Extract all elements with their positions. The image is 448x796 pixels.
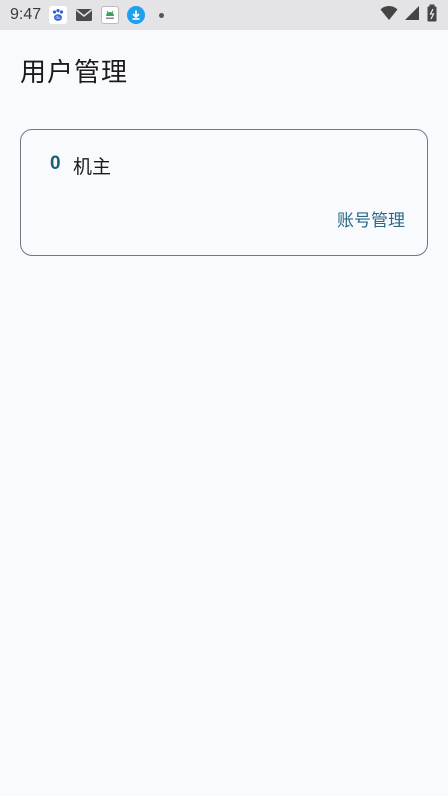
page-title: 用户管理	[20, 58, 129, 88]
mail-icon	[75, 6, 93, 24]
status-time: 9:47	[10, 6, 42, 23]
user-id: 0	[50, 153, 61, 174]
wifi-icon	[380, 5, 398, 25]
user-card: 0 机主 账号管理	[20, 129, 428, 256]
baidu-paw-icon: du	[49, 6, 68, 24]
download-icon	[127, 6, 146, 24]
battery-icon	[426, 4, 438, 26]
status-indicators	[380, 4, 438, 26]
more-notifications-dot-icon	[159, 12, 165, 18]
svg-text:du: du	[56, 15, 62, 20]
status-bar: 9:47 du	[0, 0, 448, 30]
cell-signal-icon	[404, 5, 420, 25]
android-app-icon	[101, 6, 120, 24]
account-management-button[interactable]: 账号管理	[337, 206, 405, 231]
user-name: 机主	[73, 156, 112, 178]
